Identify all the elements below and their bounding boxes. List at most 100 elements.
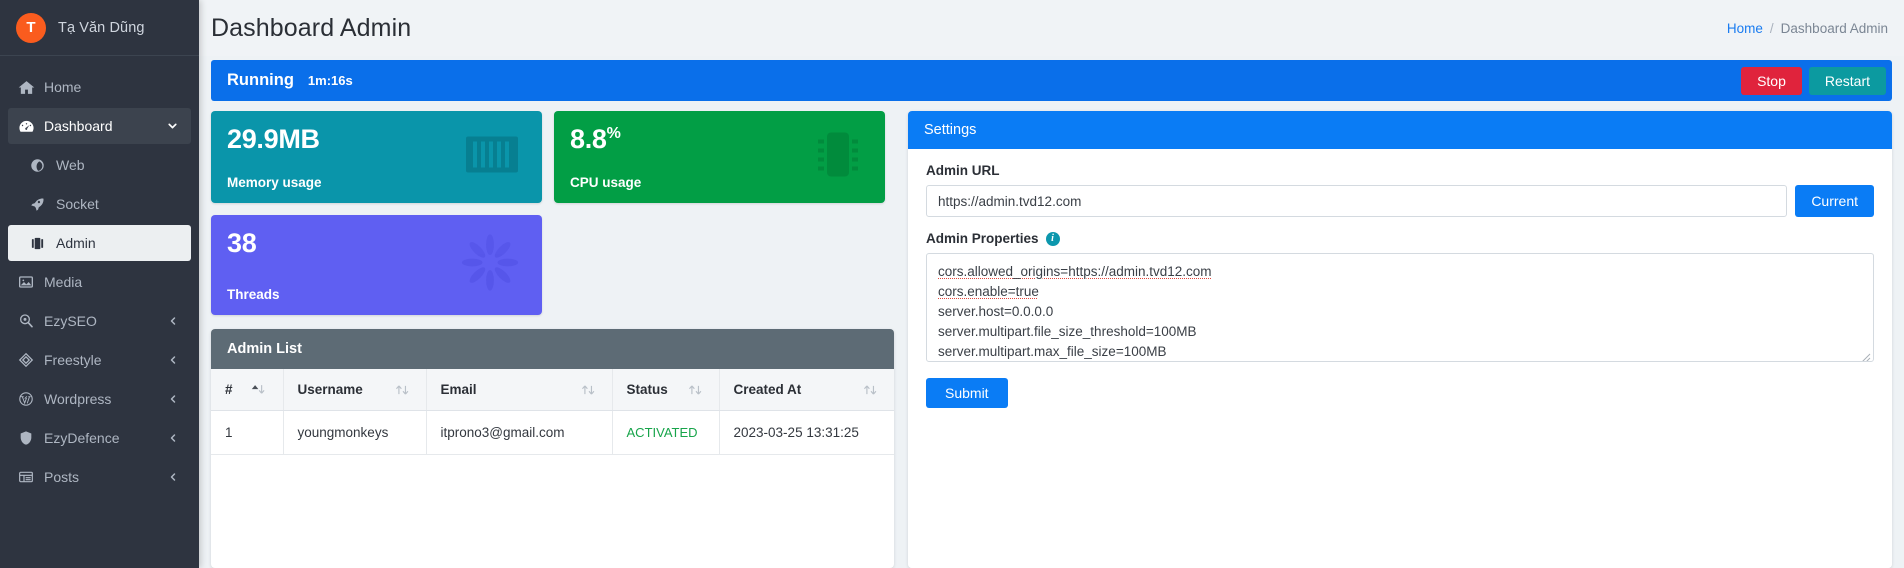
submit-button[interactable]: Submit bbox=[926, 378, 1008, 408]
cell-username: youngmonkeys bbox=[283, 410, 427, 455]
sidebar-item-ezydefence[interactable]: EzyDefence bbox=[8, 420, 191, 456]
wordpress-icon bbox=[18, 391, 44, 407]
cell-email: itprono3@gmail.com bbox=[426, 410, 613, 455]
cpu-usage-unit: % bbox=[606, 125, 621, 142]
chevron-left-icon[interactable] bbox=[167, 393, 179, 405]
cell-index: 1 bbox=[211, 410, 284, 455]
sidebar-item-socket[interactable]: Socket bbox=[8, 186, 191, 222]
breadcrumb-separator: / bbox=[1769, 20, 1774, 36]
property-line-text: server.multipart.file_size_threshold=100… bbox=[938, 323, 1197, 339]
sidebar-item-home[interactable]: Home bbox=[8, 69, 191, 105]
column-header-username[interactable]: Username bbox=[283, 369, 427, 411]
app-root: T Tạ Văn Dũng Home Dashboard Web Socket … bbox=[0, 0, 1904, 568]
sidebar-item-ezyseo[interactable]: EzySEO bbox=[8, 303, 191, 339]
sidebar-item-label: EzyDefence bbox=[44, 430, 120, 446]
right-column: Settings Admin URL Current Admin Propert… bbox=[908, 111, 1892, 568]
sidebar-item-label: Admin bbox=[56, 235, 96, 251]
content-area: 29.9MB Memory usage 8.8% CPU usage 38 Th… bbox=[199, 101, 1904, 568]
admin-url-input[interactable] bbox=[926, 185, 1788, 217]
property-line: server.multipart.file_size_threshold=100… bbox=[938, 322, 1862, 342]
cpu-usage-label: CPU usage bbox=[570, 175, 642, 190]
property-line: cors.allowed_origins=https://admin.tvd12… bbox=[938, 262, 1862, 282]
breadcrumb: Home / Dashboard Admin bbox=[1727, 21, 1888, 36]
sidebar-item-label: EzySEO bbox=[44, 313, 97, 329]
cube-icon bbox=[18, 352, 44, 368]
avatar: T bbox=[16, 12, 46, 43]
chevron-left-icon[interactable] bbox=[167, 471, 179, 483]
current-button[interactable]: Current bbox=[1795, 185, 1874, 217]
user-name: Tạ Văn Dũng bbox=[58, 19, 145, 36]
sidebar-brand[interactable]: T Tạ Văn Dũng bbox=[0, 0, 199, 56]
uptime-text: 1m:16s bbox=[307, 73, 353, 88]
sort-icon[interactable] bbox=[687, 384, 705, 396]
column-label: Email bbox=[440, 382, 477, 397]
chevron-left-icon[interactable] bbox=[167, 315, 179, 327]
property-line-text: cors.enable=true bbox=[938, 283, 1039, 299]
cpu-usage-number: 8.8 bbox=[570, 124, 607, 154]
sidebar-item-posts[interactable]: Posts bbox=[8, 459, 191, 495]
dashboard-icon bbox=[18, 118, 44, 135]
threads-card: 38 Threads bbox=[211, 215, 542, 315]
admin-properties-label-text: Admin Properties bbox=[926, 231, 1039, 246]
sidebar-item-label: Web bbox=[56, 157, 85, 173]
shield-icon bbox=[18, 430, 44, 446]
chevron-down-icon[interactable] bbox=[166, 120, 179, 133]
column-header-email[interactable]: Email bbox=[426, 369, 613, 411]
sidebar-item-wordpress[interactable]: Wordpress bbox=[8, 381, 191, 417]
sidebar-item-media[interactable]: Media bbox=[8, 264, 191, 300]
sidebar-item-freestyle[interactable]: Freestyle bbox=[8, 342, 191, 378]
cell-created-at: 2023-03-25 13:31:25 bbox=[719, 410, 894, 455]
memory-stick-icon bbox=[464, 133, 520, 182]
sidebar-item-dashboard[interactable]: Dashboard bbox=[8, 108, 191, 144]
sidebar-item-label: Home bbox=[44, 79, 82, 95]
rocket-icon bbox=[30, 197, 56, 212]
cpu-usage-card: 8.8% CPU usage bbox=[554, 111, 885, 203]
sort-icon[interactable] bbox=[580, 384, 598, 396]
settings-panel: Settings Admin URL Current Admin Propert… bbox=[908, 111, 1892, 568]
admin-list-table: # Username Email Status Created At 1 you… bbox=[211, 369, 894, 455]
breadcrumb-home-link[interactable]: Home bbox=[1727, 21, 1763, 36]
chevron-left-icon[interactable] bbox=[167, 354, 179, 366]
admin-url-row: Current bbox=[926, 185, 1874, 217]
sort-asc-icon[interactable] bbox=[251, 384, 269, 396]
sidebar-item-admin[interactable]: Admin bbox=[8, 225, 191, 261]
sidebar-item-label: Freestyle bbox=[44, 352, 102, 368]
property-line: server.host=0.0.0.0 bbox=[938, 302, 1862, 322]
admin-list-body: 1 youngmonkeys itprono3@gmail.com ACTIVA… bbox=[211, 410, 894, 455]
sidebar-nav: Home Dashboard Web Socket Admin Media Ez… bbox=[0, 56, 199, 498]
table-row[interactable]: 1 youngmonkeys itprono3@gmail.com ACTIVA… bbox=[211, 410, 894, 455]
table-icon bbox=[18, 469, 44, 485]
sidebar-item-web[interactable]: Web bbox=[8, 147, 191, 183]
stop-button[interactable]: Stop bbox=[1741, 66, 1802, 95]
info-icon[interactable]: i bbox=[1045, 231, 1060, 246]
admin-url-label: Admin URL bbox=[926, 163, 1000, 178]
admin-list-title: Admin List bbox=[211, 329, 894, 369]
search-pin-icon bbox=[18, 313, 44, 329]
sort-icon[interactable] bbox=[862, 384, 880, 396]
admin-list-head: # Username Email Status Created At bbox=[211, 369, 894, 411]
status-actions: Stop Restart bbox=[1741, 66, 1886, 95]
sort-icon[interactable] bbox=[394, 384, 412, 396]
property-line-text: cors.allowed_origins=https://admin.tvd12… bbox=[938, 264, 1212, 279]
memory-usage-card: 29.9MB Memory usage bbox=[211, 111, 542, 203]
admin-properties-textarea[interactable]: cors.allowed_origins=https://admin.tvd12… bbox=[926, 253, 1874, 362]
image-icon bbox=[18, 274, 44, 290]
sidebar: T Tạ Văn Dũng Home Dashboard Web Socket … bbox=[0, 0, 199, 568]
property-line: cors.enable=true bbox=[938, 282, 1862, 302]
admin-properties-label: Admin Properties i bbox=[926, 231, 1874, 246]
column-label: Username bbox=[297, 382, 363, 397]
column-label: Status bbox=[626, 382, 668, 397]
textarea-resize-handle[interactable] bbox=[1861, 349, 1871, 361]
sidebar-item-label: Socket bbox=[56, 196, 99, 212]
briefcase-icon bbox=[30, 236, 56, 251]
threads-label: Threads bbox=[227, 287, 280, 302]
column-header-status[interactable]: Status bbox=[612, 369, 720, 411]
settings-body: Admin URL Current Admin Properties i cor… bbox=[908, 149, 1892, 568]
restart-button[interactable]: Restart bbox=[1808, 66, 1886, 95]
status-badge: Running bbox=[227, 71, 294, 89]
column-header-created-at[interactable]: Created At bbox=[719, 369, 894, 411]
chevron-left-icon[interactable] bbox=[167, 432, 179, 444]
column-header-index[interactable]: # bbox=[211, 369, 284, 411]
stat-cards: 29.9MB Memory usage 8.8% CPU usage 38 Th… bbox=[211, 111, 894, 315]
status-bar: Running 1m:16s Stop Restart bbox=[211, 60, 1892, 101]
